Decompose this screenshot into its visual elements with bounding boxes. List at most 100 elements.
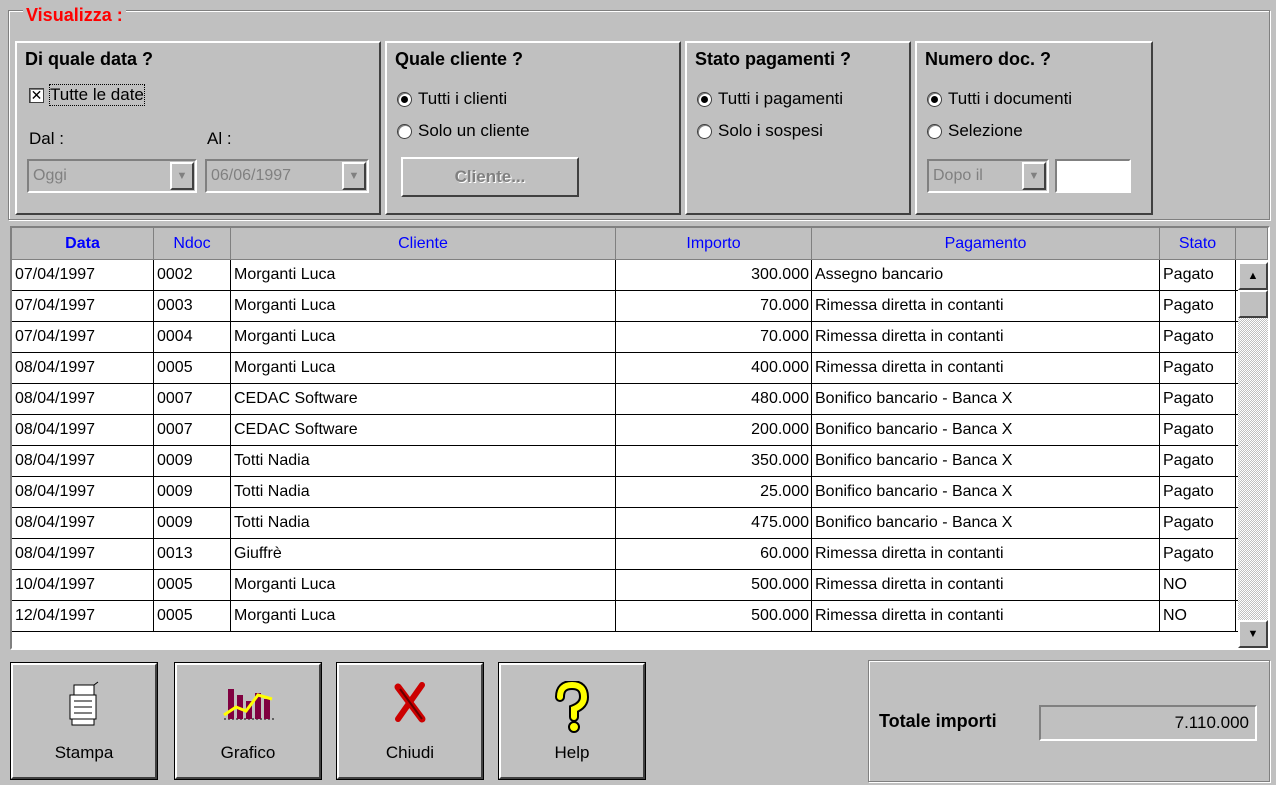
cell-data: 08/04/1997 xyxy=(12,539,154,569)
col-header-corner xyxy=(1236,228,1268,260)
all-dates-checkbox[interactable]: ✕ Tutte le date xyxy=(29,84,145,106)
table-row[interactable]: 08/04/1997 0007 CEDAC Software 200.000 Bonif… xyxy=(12,415,1238,446)
chart-icon xyxy=(223,689,274,720)
document-group-title: Numero doc. ? xyxy=(925,49,1052,69)
table-row[interactable]: 08/04/1997 0009 Totti Nadia 350.000 Bonifico… xyxy=(12,446,1238,477)
cell-cliente: Morganti Luca xyxy=(231,601,616,631)
radio-empty-icon xyxy=(697,123,712,139)
col-header-importo[interactable]: Importo xyxy=(616,228,812,260)
table-row[interactable]: 07/04/1997 0003 Morganti Luca 70.000 Rimessa… xyxy=(12,291,1238,322)
cell-ndoc: 0003 xyxy=(154,291,231,321)
cell-data: 08/04/1997 xyxy=(12,477,154,507)
dropdown-arrow-icon[interactable]: ▼ xyxy=(1022,162,1046,190)
print-button[interactable]: Stampa xyxy=(10,662,158,780)
payments-grid: Data Ndoc Cliente Importo Pagamento Stat… xyxy=(10,226,1270,650)
cell-stato: Pagato xyxy=(1160,446,1236,476)
table-row[interactable]: 08/04/1997 0007 CEDAC Software 480.000 Bonif… xyxy=(12,384,1238,415)
table-row[interactable]: 10/04/1997 0005 Morganti Luca 500.000 Rimess… xyxy=(12,570,1238,601)
printer-icon xyxy=(69,681,99,726)
doc-condition-value: Dopo il xyxy=(933,167,983,184)
close-label: Chiudi xyxy=(385,743,435,762)
radio-pending-payments[interactable]: Solo i sospesi xyxy=(697,121,823,141)
cell-importo: 500.000 xyxy=(616,570,812,600)
vertical-scrollbar[interactable]: ▲ ▼ xyxy=(1238,262,1268,648)
cell-pagamento: Assegno bancario xyxy=(812,260,1160,290)
radio-one-client[interactable]: Solo un cliente xyxy=(397,121,530,141)
cell-ndoc: 0005 xyxy=(154,601,231,631)
cell-cliente: Morganti Luca xyxy=(231,291,616,321)
scroll-down-arrow-icon[interactable]: ▼ xyxy=(1238,620,1268,648)
cell-data: 08/04/1997 xyxy=(12,353,154,383)
doc-condition-combo[interactable]: Dopo il ▼ xyxy=(927,159,1049,193)
cell-ndoc: 0004 xyxy=(154,322,231,352)
table-row[interactable]: 08/04/1997 0009 Totti Nadia 25.000 Bonifico … xyxy=(12,477,1238,508)
client-button-label: Cliente... xyxy=(454,167,526,186)
cell-stato: NO xyxy=(1160,570,1236,600)
cell-data: 10/04/1997 xyxy=(12,570,154,600)
cell-ndoc: 0013 xyxy=(154,539,231,569)
cell-stato: Pagato xyxy=(1160,384,1236,414)
radio-empty-icon xyxy=(397,123,412,139)
cell-importo: 200.000 xyxy=(616,415,812,445)
table-row[interactable]: 12/04/1997 0005 Morganti Luca 500.000 Rimess… xyxy=(12,601,1238,632)
cell-ndoc: 0009 xyxy=(154,477,231,507)
to-date-combo[interactable]: 06/06/1997 ▼ xyxy=(205,159,369,193)
dropdown-arrow-icon[interactable]: ▼ xyxy=(170,162,194,190)
cell-ndoc: 0002 xyxy=(154,260,231,290)
cell-stato: Pagato xyxy=(1160,539,1236,569)
scroll-up-arrow-icon[interactable]: ▲ xyxy=(1238,262,1268,290)
scroll-thumb[interactable] xyxy=(1238,290,1268,318)
cell-importo: 25.000 xyxy=(616,477,812,507)
col-header-ndoc[interactable]: Ndoc xyxy=(154,228,231,260)
document-group: Numero doc. ? Tutti i documenti Selezion… xyxy=(915,41,1153,215)
grid-rows: 07/04/1997 0002 Morganti Luca 300.000 Assegn… xyxy=(12,260,1238,632)
client-button[interactable]: Cliente... xyxy=(401,157,579,197)
radio-all-payments[interactable]: Tutti i pagamenti xyxy=(697,89,843,109)
cell-cliente: CEDAC Software xyxy=(231,415,616,445)
table-row[interactable]: 08/04/1997 0009 Totti Nadia 475.000 Bonifico… xyxy=(12,508,1238,539)
chart-button[interactable]: Grafico xyxy=(174,662,322,780)
close-button[interactable]: Chiudi xyxy=(336,662,484,780)
to-date-value: 06/06/1997 xyxy=(211,167,292,184)
filter-legend: Visualizza : xyxy=(23,5,126,26)
cell-cliente: Morganti Luca xyxy=(231,570,616,600)
doc-number-input[interactable] xyxy=(1055,159,1131,193)
table-row[interactable]: 08/04/1997 0005 Morganti Luca 400.000 Rimess… xyxy=(12,353,1238,384)
dropdown-arrow-icon[interactable]: ▼ xyxy=(342,162,366,190)
help-question-icon xyxy=(555,681,590,733)
col-header-cliente[interactable]: Cliente xyxy=(231,228,616,260)
to-label: Al : xyxy=(207,129,232,148)
cell-data: 08/04/1997 xyxy=(12,446,154,476)
table-row[interactable]: 07/04/1997 0002 Morganti Luca 300.000 Assegn… xyxy=(12,260,1238,291)
radio-all-clients[interactable]: Tutti i clienti xyxy=(397,89,507,109)
radio-all-documents[interactable]: Tutti i documenti xyxy=(927,89,1072,109)
cell-stato: Pagato xyxy=(1160,260,1236,290)
from-date-combo[interactable]: Oggi ▼ xyxy=(27,159,197,193)
table-row[interactable]: 08/04/1997 0013 Giuffrè 60.000 Rimessa diret… xyxy=(12,539,1238,570)
radio-one-client-label: Solo un cliente xyxy=(418,121,530,140)
cell-pagamento: Rimessa diretta in contanti xyxy=(812,353,1160,383)
client-group: Quale cliente ? Tutti i clienti Solo un … xyxy=(385,41,681,215)
radio-selected-icon xyxy=(397,91,412,107)
cell-importo: 60.000 xyxy=(616,539,812,569)
radio-selected-icon xyxy=(697,91,712,107)
cell-importo: 300.000 xyxy=(616,260,812,290)
col-header-data[interactable]: Data xyxy=(12,228,154,260)
cell-cliente: Totti Nadia xyxy=(231,477,616,507)
help-button[interactable]: Help xyxy=(498,662,646,780)
col-header-pagamento[interactable]: Pagamento xyxy=(812,228,1160,260)
cell-stato: NO xyxy=(1160,601,1236,631)
radio-selection[interactable]: Selezione xyxy=(927,121,1023,141)
cell-pagamento: Rimessa diretta in contanti xyxy=(812,322,1160,352)
cell-ndoc: 0007 xyxy=(154,415,231,445)
totals-panel: Totale importi 7.110.000 xyxy=(868,660,1270,782)
filter-frame: Visualizza : Di quale data ? ✕ Tutte le … xyxy=(8,5,1270,220)
cell-pagamento: Bonifico bancario - Banca X xyxy=(812,415,1160,445)
grid-header: Data Ndoc Cliente Importo Pagamento Stat… xyxy=(12,228,1268,260)
col-header-stato[interactable]: Stato xyxy=(1160,228,1236,260)
cell-data: 08/04/1997 xyxy=(12,415,154,445)
table-row[interactable]: 07/04/1997 0004 Morganti Luca 70.000 Rimessa… xyxy=(12,322,1238,353)
cell-stato: Pagato xyxy=(1160,353,1236,383)
checkbox-checked-icon: ✕ xyxy=(29,86,44,103)
cell-pagamento: Rimessa diretta in contanti xyxy=(812,601,1160,631)
